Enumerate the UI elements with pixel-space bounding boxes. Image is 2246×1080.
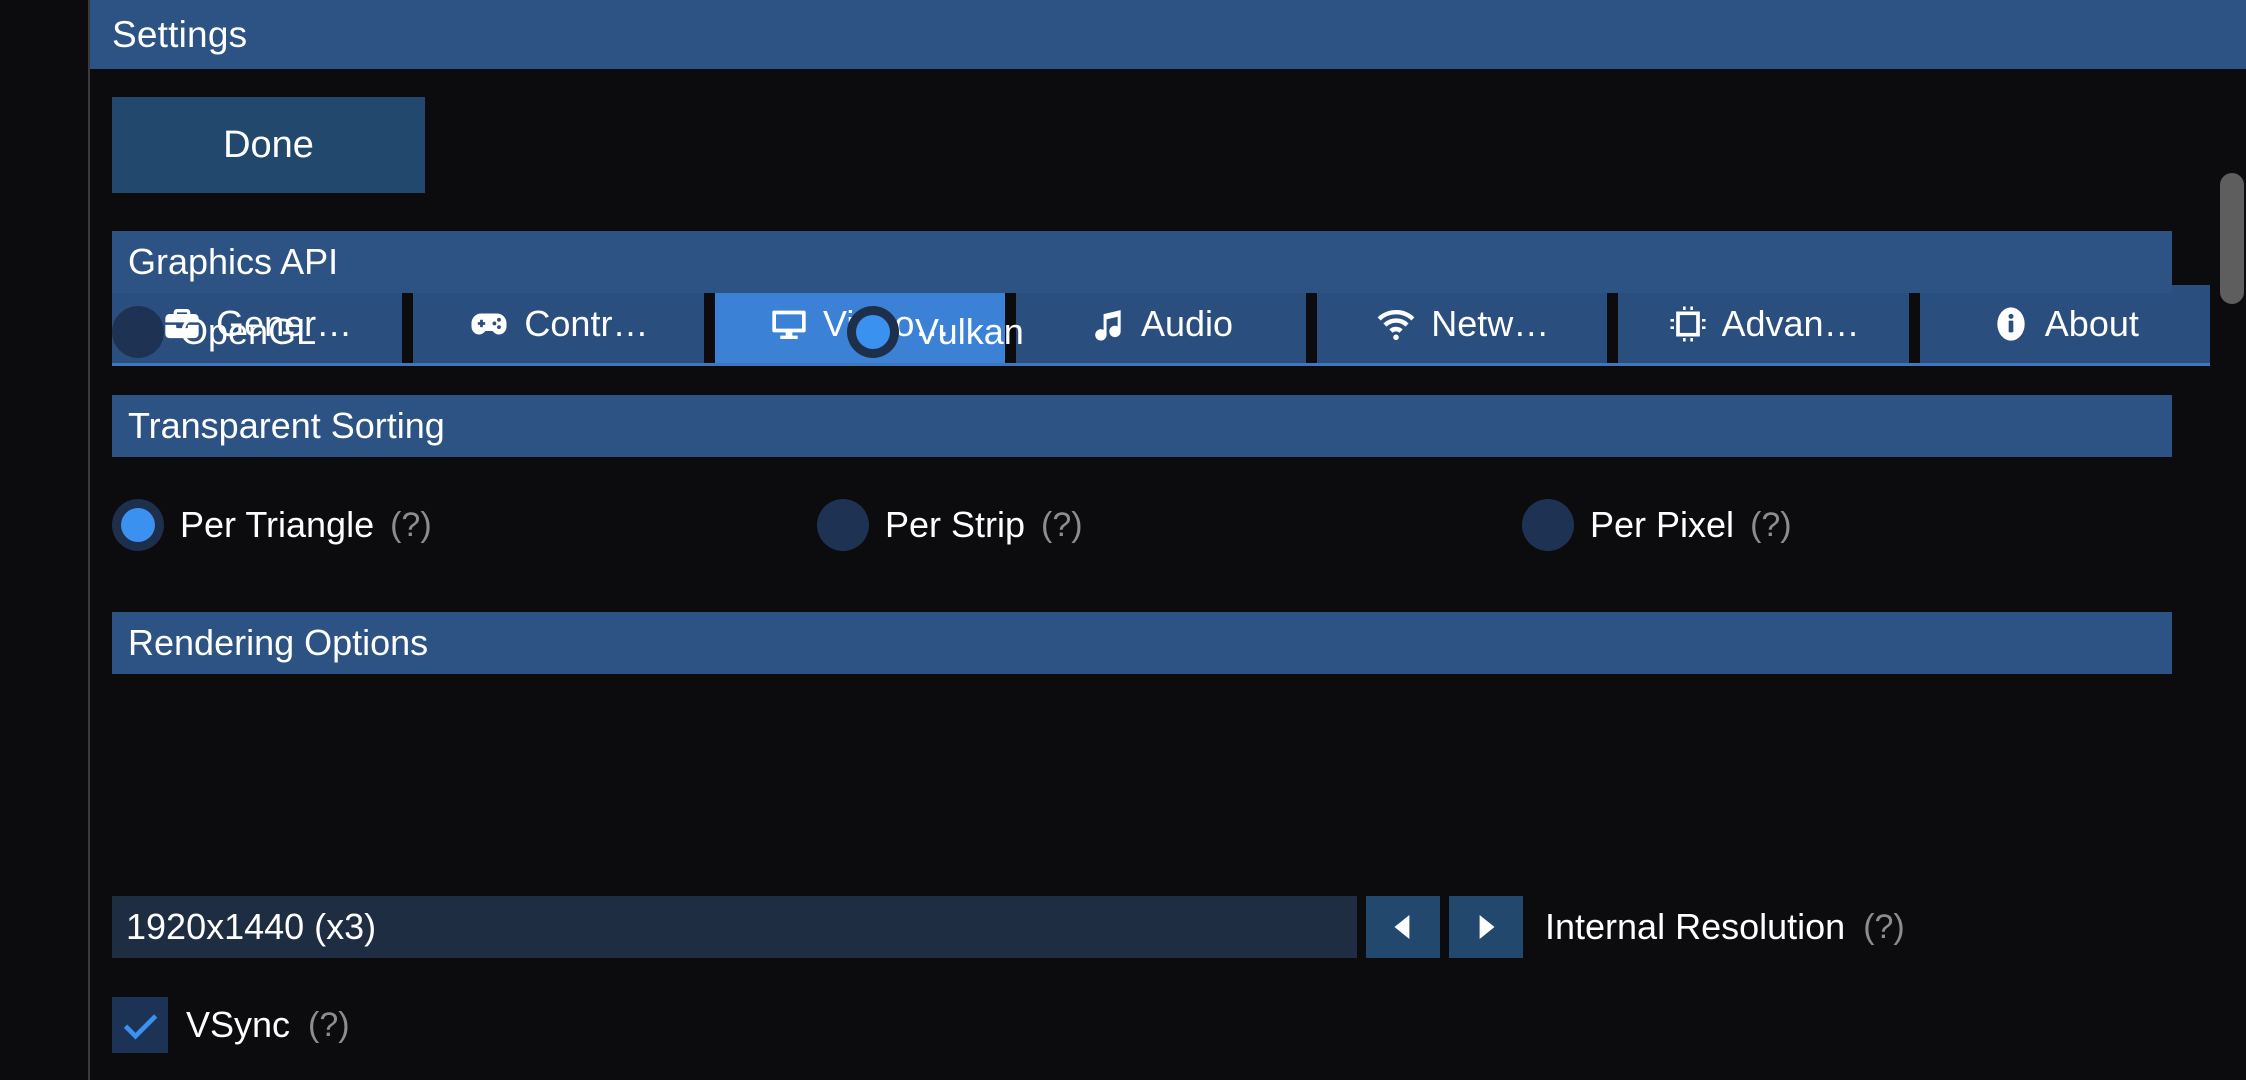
radio-label: OpenGL <box>180 311 317 352</box>
radio-indicator[interactable] <box>817 499 869 551</box>
help-hint-icon[interactable]: (?) <box>390 506 432 545</box>
internal-resolution-label: Internal Resolution <box>1545 906 1846 947</box>
radio-label: Per Triangle <box>180 504 375 545</box>
section-header-rendering-options: Rendering Options <box>112 612 2172 674</box>
vsync-row[interactable]: VSync (?) <box>112 994 350 1056</box>
internal-resolution-value[interactable]: 1920x1440 (x3) <box>112 896 1357 958</box>
vertical-scrollbar-thumb[interactable] <box>2220 173 2244 304</box>
internal-resolution-prev-button[interactable] <box>1366 896 1440 958</box>
left-triangle-icon <box>1386 910 1420 944</box>
radio-option-vulkan[interactable]: Vulkan <box>847 301 1024 363</box>
help-hint-icon[interactable]: (?) <box>1750 506 1792 545</box>
section-title: Rendering Options <box>128 622 429 663</box>
settings-window: Settings Done Gener… Contr… Audio Netw… … <box>0 0 2246 1080</box>
done-button[interactable]: Done <box>112 97 425 193</box>
vertical-scrollbar-track[interactable] <box>2218 69 2246 1080</box>
section-title: Transparent Sorting <box>128 405 445 446</box>
radio-option-opengl[interactable]: OpenGL <box>112 301 316 363</box>
radio-label: Per Strip <box>885 504 1026 545</box>
transparent-sorting-options: Per Triangle (?) Per Strip (?) Per Pixel… <box>112 494 2172 556</box>
internal-resolution-next-button[interactable] <box>1449 896 1523 958</box>
internal-resolution-row: 1920x1440 (x3) Internal Resolution (?) <box>112 896 2172 958</box>
help-hint-icon[interactable]: (?) <box>308 1006 350 1045</box>
radio-option-per-triangle[interactable]: Per Triangle (?) <box>112 494 432 556</box>
radio-indicator[interactable] <box>112 306 164 358</box>
title-bar: Settings <box>90 0 2246 69</box>
radio-label: Per Pixel <box>1590 504 1735 545</box>
section-header-transparent-sorting: Transparent Sorting <box>112 395 2172 457</box>
right-triangle-icon <box>1469 910 1503 944</box>
help-hint-icon[interactable]: (?) <box>1863 908 1905 947</box>
radio-indicator[interactable] <box>112 499 164 551</box>
radio-option-per-pixel[interactable]: Per Pixel (?) <box>1522 494 1792 556</box>
vsync-checkbox[interactable] <box>112 997 168 1053</box>
radio-option-per-strip[interactable]: Per Strip (?) <box>817 494 1083 556</box>
tab-bar-underline <box>112 363 2210 366</box>
radio-indicator[interactable] <box>847 306 899 358</box>
graphics-api-options: OpenGL Vulkan <box>112 301 2172 363</box>
settings-content: Done Gener… Contr… Video… <box>90 69 2246 1080</box>
vsync-label: VSync <box>186 1004 291 1045</box>
section-header-graphics-api: Graphics API <box>112 231 2172 293</box>
left-gutter <box>0 0 88 1080</box>
help-hint-icon[interactable]: (?) <box>1041 506 1083 545</box>
page-title: Settings <box>112 13 248 55</box>
section-title: Graphics API <box>128 241 339 282</box>
radio-indicator[interactable] <box>1522 499 1574 551</box>
radio-label: Vulkan <box>915 311 1024 352</box>
